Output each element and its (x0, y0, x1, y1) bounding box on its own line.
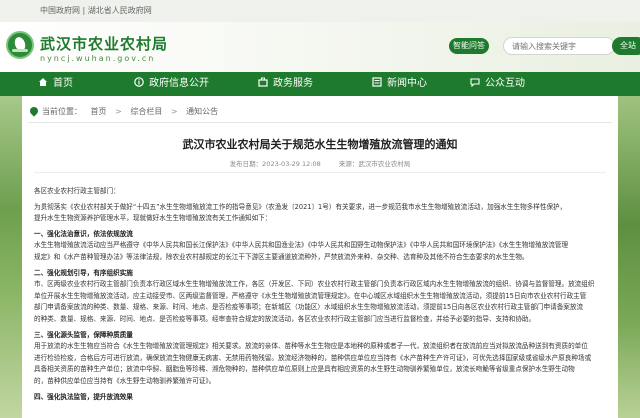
salutation: 各区农业农村行政主管部门： (34, 187, 120, 195)
breadcrumb-home[interactable]: 首页 (91, 107, 107, 116)
site-domain: nyncj.wuhan.gov.cn (40, 54, 156, 63)
search-button[interactable]: 全站 (612, 37, 640, 55)
nav-label: 新闻中心 (387, 78, 427, 89)
body-line: 进行检验检疫，合格后方可进行放流，确保放流生物健康无病害、无禁用药物残留。放流经… (34, 353, 592, 362)
nav-item-home[interactable]: 首页 (38, 72, 73, 96)
location-pin-icon (28, 105, 40, 117)
site-title[interactable]: 武汉市农业农村局 (40, 33, 168, 54)
bureau-logo-icon[interactable] (6, 31, 34, 59)
body-line: 水生生物增殖放流活动应当严格遵守《中华人民共和国长江保护法》《中华人民共和国渔业… (34, 241, 569, 250)
publish-date: 发布日期：2023-03-29 12:08 (229, 160, 321, 168)
nav-label: 公众互动 (485, 78, 525, 89)
section-heading: 三、强化源头监管，保障种质质量 (34, 330, 133, 339)
breadcrumb-section[interactable]: 综合栏目 (130, 107, 162, 116)
main-nav: 首页 政府信息公开 政务服务 新闻中心 公众互动 (0, 72, 640, 96)
body-line: 单位开展水生生物增殖放流活动，应主动接受市、区两级监督管理，严格遵守《水生生物增… (34, 291, 587, 300)
nav-item-info-disclosure[interactable]: 政府信息公开 (134, 72, 209, 96)
nav-label: 首页 (53, 78, 73, 89)
breadcrumb-separator: > (115, 107, 122, 116)
article-panel: 当前位置： 首页 > 综合栏目 > 通知公告 武汉市农业农村局关于规范水生生物增… (22, 96, 618, 418)
article-body: 各区农业农村行政主管部门： 为贯彻落实《农业农村部关于做好“十四五”水生生物增殖… (34, 186, 608, 403)
info-icon (134, 77, 144, 87)
body-line: 具备相关资质的苗种生产单位；放流中华鲟、胭脂鱼等珍稀、濒危物种的，苗种供应单位原… (34, 365, 575, 374)
chat-icon (470, 77, 480, 87)
decorative-field-photo-left (0, 96, 22, 418)
breadcrumb: 当前位置： 首页 > 综合栏目 > 通知公告 (28, 105, 224, 117)
search-input[interactable] (503, 37, 615, 55)
smart-qa-button[interactable]: 智能问答 (449, 38, 489, 54)
service-icon (258, 77, 268, 87)
body-line: 用于放流的水生生物应当符合《水生生物增殖放流管理规定》相关要求。放流的亲体、苗种… (34, 342, 588, 351)
top-utility-bar: 中国政府网 | 湖北省人民政府网 (0, 0, 640, 22)
article-title: 武汉市农业农村局关于规范水生生物增殖放流管理的通知 (182, 138, 458, 151)
news-icon (372, 77, 382, 87)
body-line: 的，苗种供应单位应当持有《水生野生动物驯养繁殖许可证》。 (34, 376, 216, 385)
home-icon (38, 77, 48, 87)
breadcrumb-label: 当前位置： (42, 107, 82, 116)
nav-item-public-interaction[interactable]: 公众互动 (470, 72, 525, 96)
nav-label: 政府信息公开 (149, 78, 209, 89)
top-links[interactable]: 中国政府网 | 湖北省人民政府网 (40, 5, 152, 16)
nav-label: 政务服务 (273, 78, 313, 89)
body-line: 为贯彻落实《农业农村部关于做好“十四五”水生生物增殖放流工作的指导意见》（农渔发… (34, 202, 567, 211)
breadcrumb-current[interactable]: 通知公告 (186, 107, 218, 116)
section-heading: 一、强化法治意识，依法依规放流 (34, 229, 133, 238)
breadcrumb-separator: > (170, 107, 178, 116)
title-divider (34, 172, 606, 173)
body-line: 部门申请备案放流的种类、数量、规格、来源、时间、地点、是否检疫等事项；在新城区（… (34, 303, 584, 312)
article-meta: 发布日期：2023-03-29 12:08 来源：武汉市农业农村局 (22, 158, 618, 168)
article-source: 来源：武汉市农业农村局 (338, 160, 411, 168)
breadcrumb-divider (28, 122, 612, 123)
site-header: 武汉市农业农村局 nyncj.wuhan.gov.cn 智能问答 全站 (0, 22, 640, 72)
decorative-field-photo-right (618, 96, 640, 418)
nav-item-news-center[interactable]: 新闻中心 (372, 72, 427, 96)
body-line: 提升水生生物资源养护管理水平，现就做好水生生物增殖放流有关工作通知如下： (34, 214, 272, 223)
section-heading: 二、强化规划引导，有序组织实施 (34, 268, 133, 277)
body-line: 的种类、数量、规格、来源、时间、地点、是否检疫等事项。经审查符合规定的放流活动，… (34, 314, 536, 323)
body-line: 规定》和《水产苗种管理办法》等法律法规，除农业农村部规定的长江干下游区主要通道放… (34, 252, 529, 261)
body-line: 市、区两级农业农村行政主管部门负责本行政区域水生生物增殖放流工作，各区（开发区、… (34, 280, 595, 289)
nav-item-gov-service[interactable]: 政务服务 (258, 72, 313, 96)
section-heading: 四、强化执法监管，提升放流效果 (34, 392, 133, 401)
